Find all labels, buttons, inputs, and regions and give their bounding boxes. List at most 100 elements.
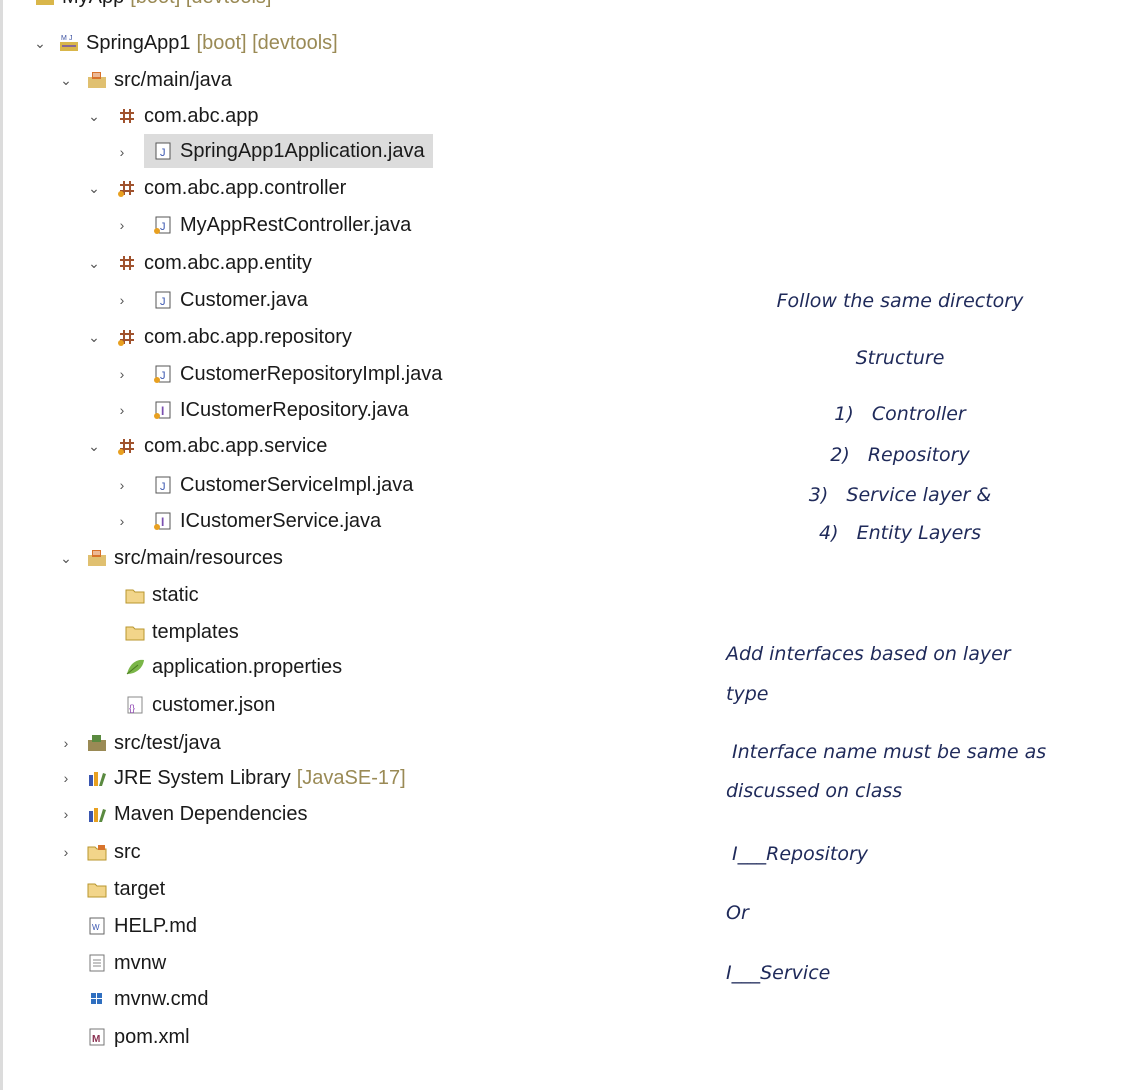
tree-item-label: MyAppRestController.java	[180, 213, 412, 236]
source-folder-icon	[86, 732, 108, 754]
tree-item-com-abc-app-service[interactable]: com.abc.app.service	[116, 429, 327, 463]
chevron-right-icon[interactable]: ›	[56, 797, 76, 831]
tree-item-label: static	[152, 583, 199, 606]
chevron-down-icon[interactable]: ⌄	[84, 429, 104, 463]
tree-item-templates[interactable]: templates	[124, 615, 239, 649]
chevron-right-icon[interactable]: ›	[112, 283, 132, 317]
chevron-down-icon[interactable]: ⌄	[84, 246, 104, 280]
chevron-right-icon[interactable]: ›	[56, 761, 76, 795]
tree-item-src[interactable]: src	[86, 835, 141, 869]
tree-item-decoration: [JavaSE-17]	[296, 766, 406, 789]
tree-item-jre-system-library[interactable]: JRE System Library [JavaSE-17]	[86, 761, 406, 795]
java-class-icon: J	[152, 140, 174, 162]
tree-item-mvnw-cmd[interactable]: mvnw.cmd	[86, 982, 208, 1016]
tree-item-springapp1application[interactable]: J SpringApp1Application.java	[144, 134, 433, 168]
note-interface-name-line2: discussed on class	[726, 780, 903, 802]
tree-item-application-properties[interactable]: application.properties	[124, 650, 342, 684]
tree-item-label: JRE System Library	[114, 766, 291, 789]
chevron-down-icon[interactable]: ⌄	[84, 320, 104, 354]
note-or: Or	[726, 902, 749, 924]
tree-item-mvnw[interactable]: mvnw	[86, 946, 166, 980]
chevron-right-icon[interactable]: ›	[112, 208, 132, 242]
tree-item-label: mvnw.cmd	[114, 987, 209, 1010]
tree-item-src-main-resources[interactable]: src/main/resources	[86, 541, 283, 575]
svg-text:J: J	[160, 296, 166, 308]
package-icon	[116, 177, 138, 199]
tree-item-label: com.abc.app.repository	[144, 325, 352, 348]
svg-text:J: J	[160, 147, 166, 159]
tree-item-customer-json[interactable]: {} customer.json	[124, 688, 275, 722]
project-explorer-tree: MyApp [boot] [devtools] ⌄ MJ SpringApp1 …	[0, 0, 640, 1090]
cmd-file-icon	[86, 988, 108, 1010]
tree-item-customer[interactable]: J Customer.java	[152, 283, 308, 317]
tree-item-label: target	[114, 877, 166, 900]
java-class-icon: J	[152, 214, 174, 236]
tree-item-label: MyApp	[62, 0, 124, 9]
tree-item-decoration: [boot] [devtools]	[196, 31, 338, 54]
package-icon	[116, 252, 138, 274]
project-icon	[34, 0, 56, 8]
tree-item-com-abc-app-repository[interactable]: com.abc.app.repository	[116, 320, 352, 354]
tree-item-static[interactable]: static	[124, 578, 199, 612]
java-class-icon: J	[152, 474, 174, 496]
note-interface-name-line1: Interface name must be same as	[726, 741, 1047, 763]
tree-item-icustomerrepository[interactable]: I ICustomerRepository.java	[152, 393, 409, 427]
tree-item-label: com.abc.app.entity	[144, 251, 312, 274]
tree-item-com-abc-app-controller[interactable]: com.abc.app.controller	[116, 171, 346, 205]
chevron-right-icon[interactable]: ›	[112, 393, 132, 427]
java-interface-icon: I	[152, 510, 174, 532]
svg-text:J: J	[160, 481, 166, 493]
tree-item-label: com.abc.app.controller	[144, 176, 347, 199]
chevron-right-icon[interactable]: ›	[112, 504, 132, 538]
tree-item-label: CustomerRepositoryImpl.java	[180, 362, 443, 385]
note-list-item-service-layer: 3) Service layer &	[808, 484, 992, 506]
chevron-down-icon[interactable]: ⌄	[84, 171, 104, 205]
tree-item-label: templates	[152, 620, 239, 643]
tree-item-icustomerservice[interactable]: I ICustomerService.java	[152, 504, 381, 538]
tree-item-customerserviceimpl[interactable]: J CustomerServiceImpl.java	[152, 468, 413, 502]
tree-item-label: SpringApp1Application.java	[180, 139, 425, 162]
chevron-down-icon[interactable]: ⌄	[30, 26, 50, 60]
chevron-right-icon[interactable]: ›	[112, 135, 132, 169]
tree-item-label: ICustomerService.java	[180, 509, 382, 532]
tree-item-label: SpringApp1	[86, 31, 191, 54]
chevron-down-icon[interactable]: ⌄	[56, 541, 76, 575]
tree-item-src-main-java[interactable]: src/main/java	[86, 63, 232, 97]
tree-item-src-test-java[interactable]: src/test/java	[86, 726, 221, 760]
tree-item-pom-xml[interactable]: M pom.xml	[86, 1020, 190, 1054]
chevron-right-icon[interactable]: ›	[112, 357, 132, 391]
tree-item-label: mvnw	[114, 951, 167, 974]
tree-item-myapprestcontroller[interactable]: J MyAppRestController.java	[152, 208, 411, 242]
tree-item-myapp[interactable]: MyApp [boot] [devtools]	[34, 0, 271, 14]
note-pattern-service: I___Service	[726, 962, 831, 984]
svg-text:M: M	[61, 35, 67, 42]
properties-leaf-icon	[124, 656, 146, 678]
chevron-down-icon[interactable]: ⌄	[56, 63, 76, 97]
java-interface-icon: I	[152, 399, 174, 421]
tree-item-customerrepositoryimpl[interactable]: J CustomerRepositoryImpl.java	[152, 357, 442, 391]
chevron-right-icon[interactable]: ›	[56, 835, 76, 869]
tree-item-com-abc-app[interactable]: com.abc.app	[116, 99, 259, 133]
tree-item-springapp1[interactable]: MJ SpringApp1 [boot] [devtools]	[58, 26, 338, 60]
tree-item-target[interactable]: target	[86, 872, 165, 906]
library-icon	[86, 767, 108, 789]
note-add-interfaces-line1: Add interfaces based on layer	[726, 643, 1011, 665]
folder-icon	[124, 621, 146, 643]
note-pattern-repository: I___Repository	[726, 843, 869, 865]
tree-item-label: customer.json	[152, 693, 276, 716]
note-list-item-repository: 2) Repository	[830, 444, 970, 466]
tree-item-com-abc-app-entity[interactable]: com.abc.app.entity	[116, 246, 312, 280]
chevron-right-icon[interactable]: ›	[112, 468, 132, 502]
package-icon	[116, 435, 138, 457]
chevron-down-icon[interactable]: ⌄	[84, 99, 104, 133]
svg-text:J: J	[160, 221, 166, 233]
tree-item-help-md[interactable]: W HELP.md	[86, 909, 197, 943]
text-file-icon	[86, 952, 108, 974]
json-file-icon: {}	[124, 694, 146, 716]
note-add-interfaces-line2: type	[726, 683, 769, 705]
tree-item-maven-dependencies[interactable]: Maven Dependencies	[86, 797, 307, 831]
spring-project-icon: MJ	[58, 32, 80, 54]
package-icon	[116, 105, 138, 127]
java-class-icon: J	[152, 363, 174, 385]
chevron-right-icon[interactable]: ›	[56, 726, 76, 760]
